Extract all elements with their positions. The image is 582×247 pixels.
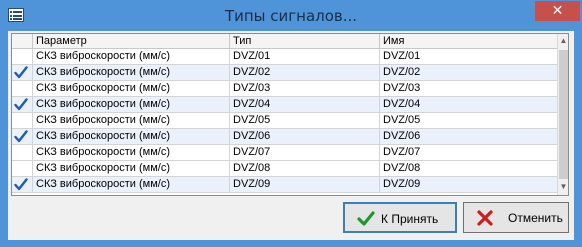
column-header-check[interactable] — [12, 34, 32, 48]
cell-name: DVZ/02 — [379, 65, 557, 80]
scroll-down-icon[interactable]: ▼ — [558, 180, 568, 194]
green-check-icon — [357, 211, 375, 226]
title-bar[interactable]: Типы сигналов... ✕ — [0, 0, 582, 32]
table-header: Параметр Тип Имя — [12, 34, 557, 49]
table-row[interactable]: СКЗ виброскорости (мм/с) DVZ/02 DVZ/02 — [12, 65, 557, 81]
column-header-name[interactable]: Имя — [379, 34, 557, 48]
cell-name: DVZ/07 — [379, 145, 557, 160]
scroll-up-icon[interactable]: ▲ — [558, 34, 568, 48]
cell-type: DVZ/03 — [229, 81, 379, 96]
row-check-cell[interactable] — [12, 145, 32, 160]
cell-parameter: СКЗ виброскорости (мм/с) — [32, 81, 229, 96]
table-row[interactable]: СКЗ виброскорости (мм/с) DVZ/07 DVZ/07 — [12, 145, 557, 161]
table-row[interactable]: СКЗ виброскорости (мм/с) DVZ/05 DVZ/05 — [12, 113, 557, 129]
table-row[interactable]: СКЗ виброскорости (мм/с) DVZ/09 DVZ/09 — [12, 177, 557, 193]
cell-name: DVZ/09 — [379, 177, 557, 192]
cell-name: DVZ/08 — [379, 161, 557, 176]
row-check-cell[interactable] — [12, 97, 32, 112]
table-row[interactable]: СКЗ виброскорости (мм/с) DVZ/06 DVZ/06 — [12, 129, 557, 145]
close-button[interactable]: ✕ — [535, 1, 580, 21]
table-body: СКЗ виброскорости (мм/с) DVZ/01 DVZ/01 СКЗ … — [12, 49, 557, 193]
cell-name: DVZ/01 — [379, 49, 557, 64]
row-check-cell[interactable] — [12, 129, 32, 144]
red-x-icon — [477, 210, 493, 226]
cell-type: DVZ/06 — [229, 129, 379, 144]
cell-type: DVZ/02 — [229, 65, 379, 80]
cancel-button[interactable]: Отменить — [463, 202, 569, 233]
cell-type: DVZ/04 — [229, 97, 379, 112]
cell-parameter: СКЗ виброскорости (мм/с) — [32, 113, 229, 128]
table-row[interactable]: СКЗ виброскорости (мм/с) DVZ/01 DVZ/01 — [12, 49, 557, 65]
cell-parameter: СКЗ виброскорости (мм/с) — [32, 49, 229, 64]
scrollbar-thumb[interactable] — [559, 50, 568, 179]
checkmark-icon — [14, 178, 28, 191]
cell-type: DVZ/01 — [229, 49, 379, 64]
row-check-cell[interactable] — [12, 177, 32, 192]
checkmark-icon — [14, 98, 28, 111]
cell-name: DVZ/03 — [379, 81, 557, 96]
row-check-cell[interactable] — [12, 81, 32, 96]
row-check-cell[interactable] — [12, 113, 32, 128]
cell-parameter: СКЗ виброскорости (мм/с) — [32, 145, 229, 160]
vertical-scrollbar[interactable]: ▲ ▼ — [557, 34, 568, 195]
column-header-parameter[interactable]: Параметр — [32, 34, 229, 48]
row-check-cell[interactable] — [12, 161, 32, 176]
checkmark-icon — [14, 66, 28, 79]
cell-type: DVZ/09 — [229, 177, 379, 192]
cell-name: DVZ/06 — [379, 129, 557, 144]
cancel-button-label: Отменить — [508, 211, 563, 225]
accept-button[interactable]: К Принять — [343, 202, 457, 233]
window-title: Типы сигналов... — [224, 7, 358, 25]
dialog-window: Типы сигналов... ✕ Параметр Тип Имя СКЗ … — [0, 0, 582, 247]
cell-parameter: СКЗ виброскорости (мм/с) — [32, 161, 229, 176]
signal-types-table[interactable]: Параметр Тип Имя СКЗ виброскорости (мм/с… — [11, 33, 569, 196]
checkmark-icon — [14, 130, 28, 143]
cell-name: DVZ/04 — [379, 97, 557, 112]
row-check-cell[interactable] — [12, 49, 32, 64]
table-row[interactable]: СКЗ виброскорости (мм/с) DVZ/03 DVZ/03 — [12, 81, 557, 97]
close-icon: ✕ — [551, 3, 564, 19]
cell-type: DVZ/07 — [229, 145, 379, 160]
cell-name: DVZ/05 — [379, 113, 557, 128]
accept-button-label: К Принять — [381, 212, 439, 226]
cell-parameter: СКЗ виброскорости (мм/с) — [32, 65, 229, 80]
row-check-cell[interactable] — [12, 65, 32, 80]
table-row[interactable]: СКЗ виброскорости (мм/с) DVZ/08 DVZ/08 — [12, 161, 557, 177]
cell-parameter: СКЗ виброскорости (мм/с) — [32, 177, 229, 192]
dialog-client-area: Параметр Тип Имя СКЗ виброскорости (мм/с… — [8, 31, 574, 240]
cell-type: DVZ/05 — [229, 113, 379, 128]
cell-parameter: СКЗ виброскорости (мм/с) — [32, 97, 229, 112]
cell-type: DVZ/08 — [229, 161, 379, 176]
table-row[interactable]: СКЗ виброскорости (мм/с) DVZ/04 DVZ/04 — [12, 97, 557, 113]
column-header-type[interactable]: Тип — [229, 34, 379, 48]
cell-parameter: СКЗ виброскорости (мм/с) — [32, 129, 229, 144]
